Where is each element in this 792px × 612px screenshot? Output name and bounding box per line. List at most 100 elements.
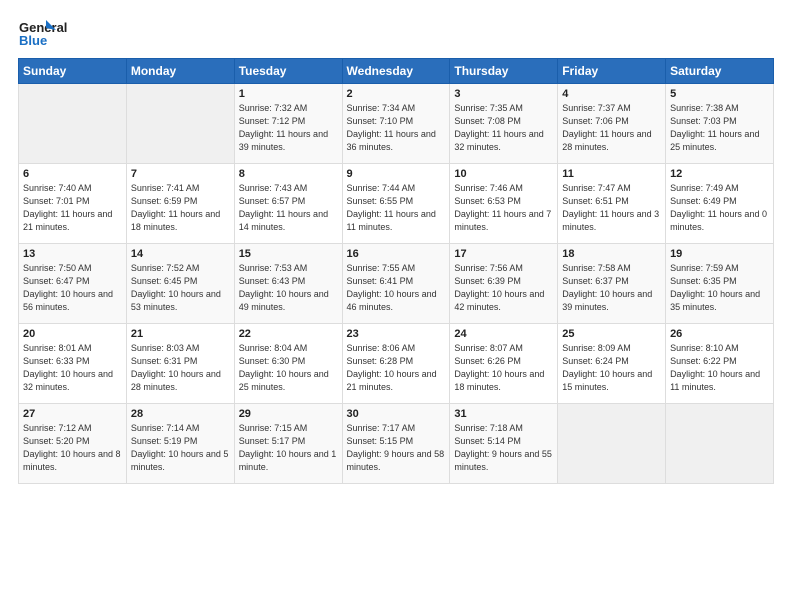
day-number: 29 (239, 408, 338, 420)
calendar-cell (666, 404, 774, 484)
week-row-4: 20 Sunrise: 8:01 AM Sunset: 6:33 PM Dayli… (19, 324, 774, 404)
calendar-cell: 29 Sunrise: 7:15 AM Sunset: 5:17 PM Dayli… (234, 404, 342, 484)
day-number: 7 (131, 168, 230, 180)
calendar-cell: 10Sunrise: 7:46 AM Sunset: 6:53 PM Dayli… (450, 164, 558, 244)
calendar-cell: 8 Sunrise: 7:43 AM Sunset: 6:57 PM Daylig… (234, 164, 342, 244)
calendar-cell: 21 Sunrise: 8:03 AM Sunset: 6:31 PM Dayli… (126, 324, 234, 404)
day-info: Sunrise: 8:10 AM Sunset: 6:22 PM Dayligh… (670, 342, 769, 394)
column-header-wednesday: Wednesday (342, 59, 450, 84)
day-number: 25 (562, 328, 661, 340)
day-info: Sunrise: 8:06 AM Sunset: 6:28 PM Dayligh… (347, 342, 446, 394)
day-number: 16 (347, 248, 446, 260)
day-info: Sunrise: 7:15 AM Sunset: 5:17 PM Dayligh… (239, 422, 338, 474)
calendar-cell: 4 Sunrise: 7:37 AM Sunset: 7:06 PM Daylig… (558, 84, 666, 164)
calendar-cell: 1 Sunrise: 7:32 AM Sunset: 7:12 PM Daylig… (234, 84, 342, 164)
week-row-5: 27 Sunrise: 7:12 AM Sunset: 5:20 PM Dayli… (19, 404, 774, 484)
day-number: 21 (131, 328, 230, 340)
calendar-cell: 17Sunrise: 7:56 AM Sunset: 6:39 PM Dayli… (450, 244, 558, 324)
day-number: 18 (562, 248, 661, 260)
day-info: Sunrise: 8:07 AM Sunset: 6:26 PM Dayligh… (454, 342, 553, 394)
day-info: Sunrise: 7:46 AM Sunset: 6:53 PM Dayligh… (454, 182, 553, 234)
day-info: Sunrise: 8:04 AM Sunset: 6:30 PM Dayligh… (239, 342, 338, 394)
day-number: 20 (23, 328, 122, 340)
day-info: Sunrise: 7:32 AM Sunset: 7:12 PM Dayligh… (239, 102, 338, 154)
calendar-cell: 24 Sunrise: 8:07 AM Sunset: 6:26 PM Dayli… (450, 324, 558, 404)
day-number: 13 (23, 248, 122, 260)
day-number: 15 (239, 248, 338, 260)
day-info: Sunrise: 7:52 AM Sunset: 6:45 PM Dayligh… (131, 262, 230, 314)
day-number: 12 (670, 168, 769, 180)
day-info: Sunrise: 7:34 AM Sunset: 7:10 PM Dayligh… (347, 102, 446, 154)
day-info: Sunrise: 7:18 AM Sunset: 5:14 PM Dayligh… (454, 422, 553, 474)
day-number: 31 (454, 408, 553, 420)
day-number: 27 (23, 408, 122, 420)
column-header-tuesday: Tuesday (234, 59, 342, 84)
day-number: 1 (239, 88, 338, 100)
column-header-saturday: Saturday (666, 59, 774, 84)
day-number: 24 (454, 328, 553, 340)
day-info: Sunrise: 7:40 AM Sunset: 7:01 PM Dayligh… (23, 182, 122, 234)
day-number: 9 (347, 168, 446, 180)
day-info: Sunrise: 7:41 AM Sunset: 6:59 PM Dayligh… (131, 182, 230, 234)
day-info: Sunrise: 8:09 AM Sunset: 6:24 PM Dayligh… (562, 342, 661, 394)
day-info: Sunrise: 7:59 AM Sunset: 6:35 PM Dayligh… (670, 262, 769, 314)
header-row: SundayMondayTuesdayWednesdayThursdayFrid… (19, 59, 774, 84)
calendar-cell: 12 Sunrise: 7:49 AM Sunset: 6:49 PM Dayli… (666, 164, 774, 244)
day-info: Sunrise: 7:55 AM Sunset: 6:41 PM Dayligh… (347, 262, 446, 314)
calendar-cell: 19Sunrise: 7:59 AM Sunset: 6:35 PM Dayli… (666, 244, 774, 324)
calendar-cell: 23 Sunrise: 8:06 AM Sunset: 6:28 PM Dayli… (342, 324, 450, 404)
calendar-cell (19, 84, 127, 164)
calendar-cell: 31 Sunrise: 7:18 AM Sunset: 5:14 PM Dayli… (450, 404, 558, 484)
day-number: 22 (239, 328, 338, 340)
day-number: 4 (562, 88, 661, 100)
calendar-cell: 3 Sunrise: 7:35 AM Sunset: 7:08 PM Daylig… (450, 84, 558, 164)
day-number: 23 (347, 328, 446, 340)
day-number: 26 (670, 328, 769, 340)
calendar-cell: 26 Sunrise: 8:10 AM Sunset: 6:22 PM Dayli… (666, 324, 774, 404)
calendar-cell: 28 Sunrise: 7:14 AM Sunset: 5:19 PM Dayli… (126, 404, 234, 484)
calendar-cell: 18 Sunrise: 7:58 AM Sunset: 6:37 PM Dayli… (558, 244, 666, 324)
day-number: 14 (131, 248, 230, 260)
logo: General Blue (18, 18, 88, 50)
day-info: Sunrise: 7:43 AM Sunset: 6:57 PM Dayligh… (239, 182, 338, 234)
calendar-table: SundayMondayTuesdayWednesdayThursdayFrid… (18, 58, 774, 484)
day-number: 3 (454, 88, 553, 100)
page: General Blue SundayMondayTuesdayWednesda… (0, 0, 792, 612)
column-header-sunday: Sunday (19, 59, 127, 84)
column-header-friday: Friday (558, 59, 666, 84)
column-header-thursday: Thursday (450, 59, 558, 84)
day-info: Sunrise: 7:58 AM Sunset: 6:37 PM Dayligh… (562, 262, 661, 314)
day-info: Sunrise: 7:35 AM Sunset: 7:08 PM Dayligh… (454, 102, 553, 154)
calendar-cell: 16 Sunrise: 7:55 AM Sunset: 6:41 PM Dayli… (342, 244, 450, 324)
calendar-cell: 22 Sunrise: 8:04 AM Sunset: 6:30 PM Dayli… (234, 324, 342, 404)
day-number: 28 (131, 408, 230, 420)
calendar-cell: 6Sunrise: 7:40 AM Sunset: 7:01 PM Daylig… (19, 164, 127, 244)
day-info: Sunrise: 7:53 AM Sunset: 6:43 PM Dayligh… (239, 262, 338, 314)
calendar-cell: 11Sunrise: 7:47 AM Sunset: 6:51 PM Dayli… (558, 164, 666, 244)
day-info: Sunrise: 7:37 AM Sunset: 7:06 PM Dayligh… (562, 102, 661, 154)
day-info: Sunrise: 7:49 AM Sunset: 6:49 PM Dayligh… (670, 182, 769, 234)
day-number: 8 (239, 168, 338, 180)
calendar-cell: 30Sunrise: 7:17 AM Sunset: 5:15 PM Dayli… (342, 404, 450, 484)
calendar-cell: 25 Sunrise: 8:09 AM Sunset: 6:24 PM Dayli… (558, 324, 666, 404)
calendar-cell: 15 Sunrise: 7:53 AM Sunset: 6:43 PM Dayli… (234, 244, 342, 324)
calendar-cell: 5Sunrise: 7:38 AM Sunset: 7:03 PM Daylig… (666, 84, 774, 164)
day-info: Sunrise: 7:47 AM Sunset: 6:51 PM Dayligh… (562, 182, 661, 234)
day-number: 30 (347, 408, 446, 420)
day-info: Sunrise: 8:01 AM Sunset: 6:33 PM Dayligh… (23, 342, 122, 394)
calendar-cell: 2 Sunrise: 7:34 AM Sunset: 7:10 PM Daylig… (342, 84, 450, 164)
header: General Blue (18, 18, 774, 50)
calendar-cell (126, 84, 234, 164)
calendar-cell: 9 Sunrise: 7:44 AM Sunset: 6:55 PM Daylig… (342, 164, 450, 244)
day-info: Sunrise: 7:14 AM Sunset: 5:19 PM Dayligh… (131, 422, 230, 474)
day-number: 2 (347, 88, 446, 100)
column-header-monday: Monday (126, 59, 234, 84)
day-info: Sunrise: 7:12 AM Sunset: 5:20 PM Dayligh… (23, 422, 122, 474)
day-info: Sunrise: 7:44 AM Sunset: 6:55 PM Dayligh… (347, 182, 446, 234)
calendar-cell: 7 Sunrise: 7:41 AM Sunset: 6:59 PM Daylig… (126, 164, 234, 244)
calendar-cell: 13 Sunrise: 7:50 AM Sunset: 6:47 PM Dayli… (19, 244, 127, 324)
week-row-1: 1 Sunrise: 7:32 AM Sunset: 7:12 PM Daylig… (19, 84, 774, 164)
day-info: Sunrise: 8:03 AM Sunset: 6:31 PM Dayligh… (131, 342, 230, 394)
day-number: 17 (454, 248, 553, 260)
day-info: Sunrise: 7:50 AM Sunset: 6:47 PM Dayligh… (23, 262, 122, 314)
